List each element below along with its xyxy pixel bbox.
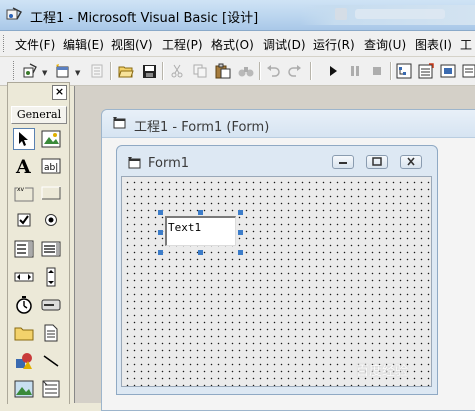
blurred-title-region	[300, 5, 475, 25]
resize-handle-w[interactable]	[158, 230, 163, 235]
resize-handle-n[interactable]	[198, 210, 203, 215]
object-browser-icon[interactable]	[460, 62, 475, 80]
picturebox-tool-icon[interactable]	[40, 128, 62, 150]
designer-title-bar[interactable]: 工程1 - Form1 (Form)	[102, 110, 475, 138]
cut-icon[interactable]	[168, 62, 186, 80]
menu-query[interactable]: 查询(U)	[364, 36, 406, 53]
resize-handle-nw[interactable]	[158, 210, 163, 215]
form-icon	[113, 117, 126, 129]
toolbar-grip[interactable]	[13, 61, 17, 80]
close-icon[interactable]	[400, 155, 422, 169]
undo-icon[interactable]	[264, 62, 282, 80]
designer-title: 工程1 - Form1 (Form)	[134, 120, 270, 135]
add-project-dropdown-icon[interactable]: ▼	[42, 69, 47, 77]
add-form-icon[interactable]	[53, 62, 71, 80]
minimize-icon[interactable]	[332, 155, 354, 169]
text1-textbox[interactable]: Text1	[165, 216, 236, 246]
svg-text:A: A	[15, 157, 31, 175]
toolbox-tab-general[interactable]: General	[11, 106, 67, 124]
line-tool-icon[interactable]	[40, 350, 62, 372]
paste-icon[interactable]	[214, 62, 232, 80]
menu-tools-truncated[interactable]: 工	[460, 36, 472, 53]
add-project-icon[interactable]	[21, 62, 39, 80]
menubar-grip[interactable]	[3, 35, 7, 52]
open-project-icon[interactable]	[117, 62, 135, 80]
svg-text:xv: xv	[17, 186, 25, 193]
resize-handle-e[interactable]	[238, 230, 243, 235]
form1-design-surface[interactable]	[121, 176, 432, 387]
copy-icon[interactable]	[191, 62, 209, 80]
form1-icon	[128, 157, 141, 169]
form1-title-bar[interactable]: Form1	[117, 146, 437, 176]
listbox-tool-icon[interactable]	[40, 238, 62, 260]
combobox-tool-icon[interactable]	[13, 238, 35, 260]
hscrollbar-tool-icon[interactable]	[13, 266, 35, 288]
vscrollbar-tool-icon[interactable]	[40, 266, 62, 288]
drivelistbox-tool-icon[interactable]	[40, 294, 62, 316]
start-icon[interactable]	[324, 62, 342, 80]
menu-editor-icon[interactable]	[88, 62, 106, 80]
save-project-icon[interactable]	[140, 62, 158, 80]
frame-tool-icon[interactable]: xv	[13, 182, 35, 204]
filelistbox-tool-icon[interactable]	[40, 322, 62, 344]
maximize-icon[interactable]	[366, 155, 388, 169]
find-icon[interactable]	[237, 62, 255, 80]
commandbutton-tool-icon[interactable]	[40, 182, 62, 204]
end-icon[interactable]	[368, 62, 386, 80]
checkbox-tool-icon[interactable]	[13, 209, 35, 231]
svg-text:ab|: ab|	[44, 163, 58, 173]
form1-title: Form1	[148, 156, 190, 171]
resize-handle-ne[interactable]	[238, 210, 243, 215]
dirlistbox-tool-icon[interactable]	[13, 322, 35, 344]
menu-project[interactable]: 工程(P)	[162, 36, 203, 53]
textbox-tool-icon[interactable]: ab|	[40, 155, 62, 177]
toolbox-panel: × General A ab| xv	[7, 82, 70, 404]
toolbox-header: ×	[8, 83, 69, 101]
properties-window-icon[interactable]	[417, 62, 435, 80]
menu-debug[interactable]: 调试(D)	[263, 36, 306, 53]
timer-tool-icon[interactable]	[13, 294, 35, 316]
break-icon[interactable]	[346, 62, 364, 80]
window-title: 工程1 - Microsoft Visual Basic [设计]	[30, 11, 259, 26]
menu-view[interactable]: 视图(V)	[111, 36, 153, 53]
resize-handle-sw[interactable]	[158, 250, 163, 255]
window-title-bar: 工程1 - Microsoft Visual Basic [设计]	[0, 0, 475, 31]
form-layout-icon[interactable]	[439, 62, 457, 80]
add-form-dropdown-icon[interactable]: ▼	[75, 69, 80, 77]
label-tool-icon[interactable]: A	[13, 155, 35, 177]
redo-icon[interactable]	[286, 62, 304, 80]
resize-handle-se[interactable]	[238, 250, 243, 255]
data-tool-icon[interactable]	[40, 378, 62, 400]
vb-app-icon	[6, 7, 22, 20]
project-explorer-icon[interactable]	[395, 62, 413, 80]
menu-edit[interactable]: 编辑(E)	[63, 36, 104, 53]
menu-diagram[interactable]: 图表(I)	[415, 36, 452, 53]
menu-format[interactable]: 格式(O)	[211, 36, 254, 53]
menu-bar: 文件(F) 编辑(E) 视图(V) 工程(P) 格式(O) 调试(D) 运行(R…	[0, 31, 475, 57]
toolbox-close-icon[interactable]: ×	[52, 85, 67, 100]
shape-tool-icon[interactable]	[13, 350, 35, 372]
menu-run[interactable]: 运行(R)	[313, 36, 355, 53]
pointer-tool-icon[interactable]	[13, 128, 35, 150]
image-tool-icon[interactable]	[13, 378, 35, 400]
resize-handle-s[interactable]	[198, 250, 203, 255]
optionbutton-tool-icon[interactable]	[40, 209, 62, 231]
standard-toolbar: ▼ ▼	[0, 57, 475, 86]
watermark: 百度经验	[356, 364, 409, 379]
menu-file[interactable]: 文件(F)	[15, 36, 55, 53]
